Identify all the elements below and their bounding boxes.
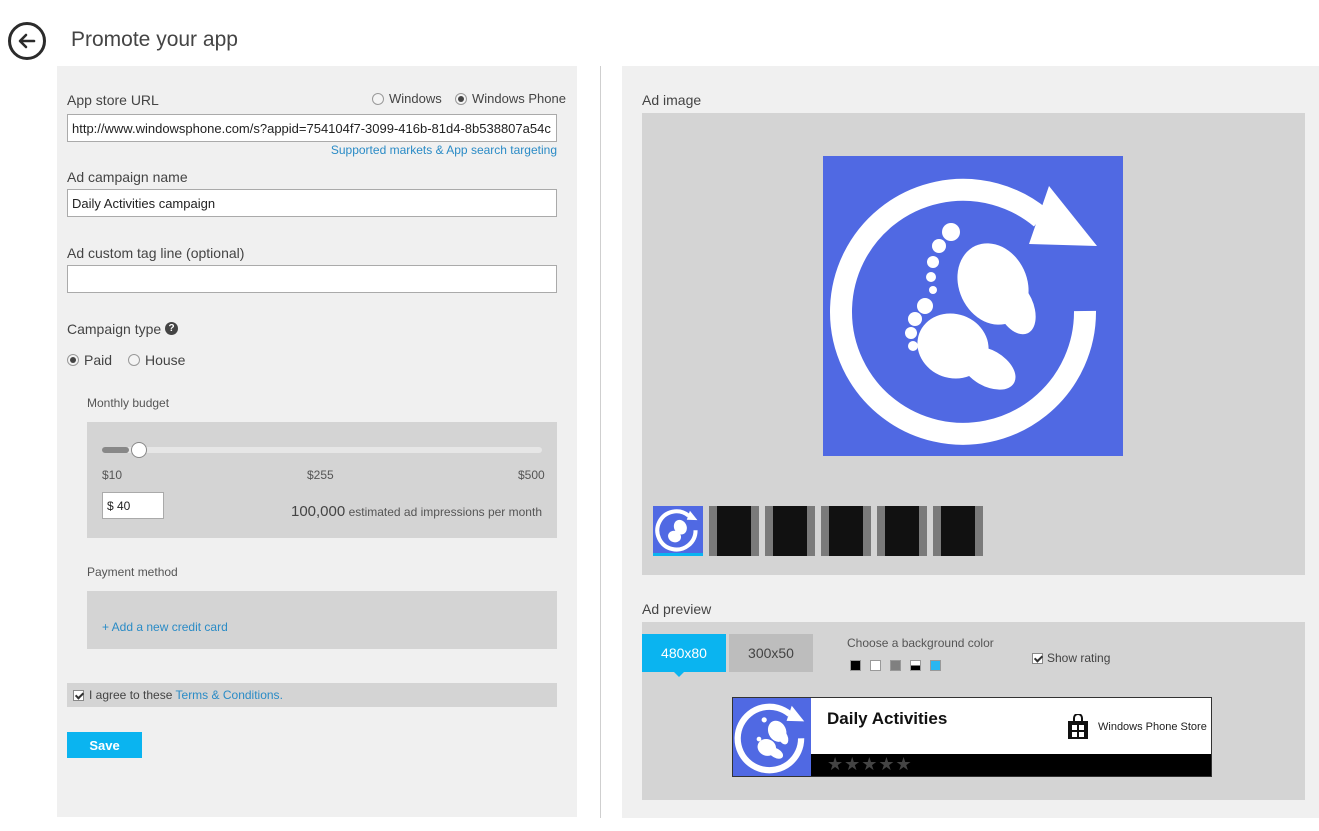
tag-line-label: Ad custom tag line (optional) [67,245,245,261]
budget-slider[interactable] [102,442,542,458]
targeting-link[interactable]: Supported markets & App search targeting [331,143,557,157]
ad-image-thumbnail[interactable] [933,506,983,556]
show-rating-check-indicator [1032,652,1043,664]
ad-image-thumbnail[interactable] [821,506,871,556]
ad-image-thumbnail-selected[interactable] [653,506,703,556]
app-url-label: App store URL [67,92,159,108]
radio-indicator [67,354,79,366]
banner-rating-bar: ★★★★★ [811,754,1211,776]
show-rating-checkbox[interactable]: Show rating [1032,651,1110,665]
terms-link[interactable]: Terms & Conditions [176,688,280,702]
platform-windows-phone-label: Windows Phone [472,91,566,106]
platform-windows-radio[interactable]: Windows [372,91,442,106]
bg-color-label: Choose a background color [847,636,994,650]
budget-box: $10 $255 $500 100,000 estimated ad impre… [87,422,557,538]
size-tab-300x50[interactable]: 300x50 [729,634,813,672]
screenshot-thumbnail [941,506,975,556]
store-bag-icon [1068,714,1088,739]
footprints-refresh-icon [655,509,698,552]
footprints-refresh-icon [830,178,1097,445]
monthly-budget-label: Monthly budget [87,396,170,410]
campaign-type-label: Campaign type [67,321,162,337]
back-arrow-icon [18,33,36,49]
help-icon[interactable]: ? [165,322,178,335]
campaign-type-paid-radio[interactable]: Paid [67,352,112,368]
radio-indicator [455,92,467,105]
page-title: Promote your app [71,28,238,51]
screenshot-thumbnail [829,506,863,556]
ad-panel: Ad image Ad preview 480x80 300x50 Choose… [622,66,1319,818]
payment-box: + Add a new credit card [87,591,557,649]
bg-color-swatch-blue[interactable] [930,660,941,671]
ad-image-preview [823,156,1123,456]
bg-color-swatch-gray[interactable] [890,660,901,671]
terms-prefix: I agree to these [89,688,176,702]
banner-star-rating: ★★★★★ [827,754,913,774]
ad-preview-label: Ad preview [642,601,712,617]
impressions-estimate: 100,000 estimated ad impressions per mon… [291,503,542,520]
show-rating-label: Show rating [1047,651,1111,665]
platform-windows-label: Windows [389,91,442,106]
tag-line-input[interactable] [67,265,557,293]
back-button[interactable] [8,22,46,60]
banner-app-icon [733,698,811,776]
terms-checkbox[interactable] [73,689,84,701]
ad-image-thumbnail[interactable] [765,506,815,556]
add-credit-card-link[interactable]: + Add a new credit card [102,620,228,634]
app-url-input[interactable] [67,114,557,142]
screenshot-thumbnail [773,506,807,556]
selected-tab-pointer [673,671,685,677]
budget-min-label: $10 [102,468,123,482]
ad-image-thumbnail[interactable] [877,506,927,556]
impressions-count: 100,000 [290,503,346,520]
ad-banner-preview: Daily Activities Windows Phone Store ★★★… [732,697,1212,777]
radio-indicator [372,92,384,105]
screenshot-thumbnail [885,506,919,556]
campaign-type-house-radio[interactable]: House [128,352,185,368]
campaign-name-input[interactable] [67,189,557,217]
budget-mid-label: $255 [307,468,334,482]
payment-method-label: Payment method [87,565,178,579]
platform-windows-phone-radio[interactable]: Windows Phone [455,91,566,106]
banner-app-name: Daily Activities [827,709,948,728]
panel-divider [600,66,601,818]
budget-max-label: $500 [518,468,545,482]
budget-slider-fill [102,447,129,453]
house-label: House [145,352,186,368]
ad-image-label: Ad image [642,92,702,108]
terms-suffix: . [279,688,283,702]
save-button[interactable]: Save [67,732,142,758]
terms-text: I agree to these Terms & Conditions. [89,688,283,702]
bg-color-swatch-black[interactable] [850,660,861,671]
banner-store-badge: Windows Phone Store [1067,714,1207,740]
ad-image-thumbnail[interactable] [709,506,759,556]
paid-label: Paid [84,352,113,368]
footprints-refresh-icon [734,703,805,774]
bg-color-swatch-white[interactable] [870,660,881,671]
bg-color-swatch-black-white[interactable] [910,660,921,671]
budget-amount-input[interactable] [102,492,164,519]
radio-indicator [128,354,140,366]
impressions-text: estimated ad impressions per month [348,505,542,519]
budget-slider-handle[interactable] [130,442,147,458]
campaign-name-label: Ad campaign name [67,169,188,185]
size-tab-480x80[interactable]: 480x80 [642,634,726,672]
banner-store-name: Windows Phone Store [1098,721,1207,733]
screenshot-thumbnail [717,506,751,556]
terms-row: I agree to these Terms & Conditions. [67,683,557,707]
